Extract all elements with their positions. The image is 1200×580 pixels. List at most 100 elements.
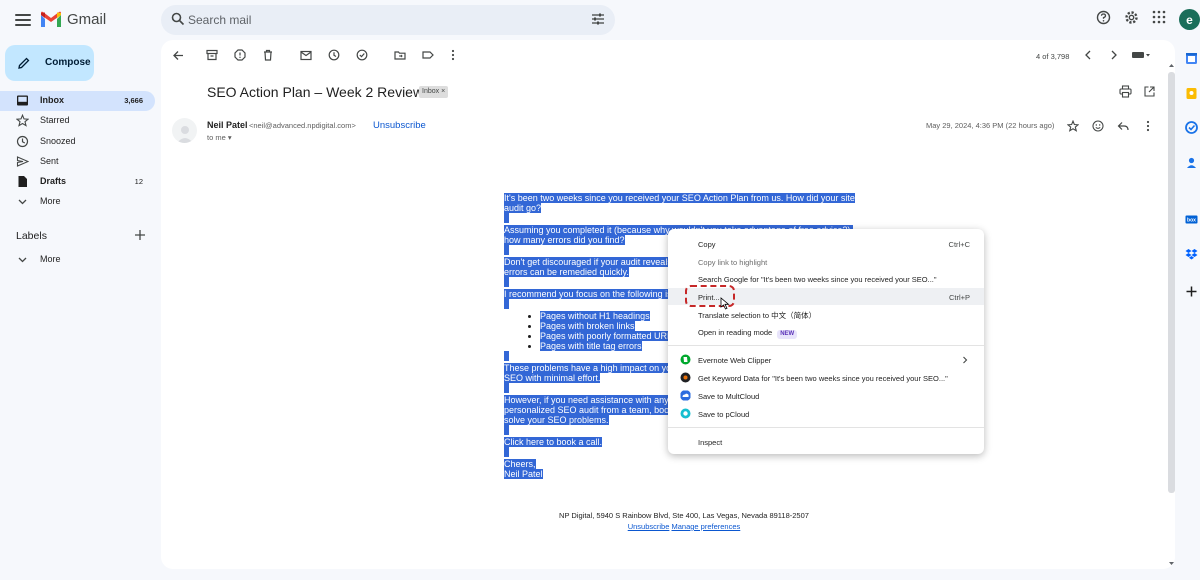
sender-email: <neil@advanced.npdigital.com> [249,121,356,130]
sidebar-item-more[interactable]: More [0,192,155,212]
move-to-folder-icon[interactable] [394,49,406,61]
more-vertical-icon[interactable] [450,49,456,61]
inbox-chip-label: Inbox [422,88,440,95]
print-icon[interactable] [1119,85,1132,98]
keep-notes-icon[interactable] [1185,87,1198,100]
sidebar-item-label: More [40,196,61,207]
help-icon[interactable] [1096,10,1111,25]
message-scrollbar[interactable] [1168,72,1175,493]
trash-icon[interactable] [262,49,274,61]
person-placeholder-icon [176,126,193,143]
tasks-icon[interactable] [1185,121,1198,134]
sidebar-item-starred[interactable]: Starred [0,111,155,131]
more-vertical-icon[interactable] [1145,120,1151,132]
sidebar-item-label: Inbox [40,95,64,105]
settings-gear-icon[interactable] [1124,10,1139,25]
sidebar-item-label: Sent [40,155,59,166]
search-bar [161,5,615,35]
menu-item-save-pcloud[interactable]: Save to pCloud [668,405,984,422]
menu-item-copy-link-highlight[interactable]: Copy link to highlight [668,253,984,270]
compose-button[interactable]: Compose [5,45,94,81]
menu-item-keyword-data[interactable]: Get Keyword Data for "It's been two week… [668,369,984,386]
mouse-cursor-icon [720,297,730,310]
manage-preferences-link[interactable]: Manage preferences [671,522,740,531]
menu-item-evernote[interactable]: Evernote Web Clipper [668,351,984,368]
sidebar-item-label: More [40,254,61,264]
inbox-icon [17,95,28,106]
mark-unread-icon[interactable] [300,49,312,61]
menu-item-translate[interactable]: Translate selection to 中文（简体） [668,305,984,322]
unsubscribe-link[interactable]: Unsubscribe [373,120,426,131]
apps-grid-icon[interactable] [1152,10,1166,24]
app-name: Gmail [67,11,107,28]
sidebar-item-label: Drafts [40,176,67,187]
clock-icon [16,135,29,147]
star-icon [16,114,29,128]
archive-icon[interactable] [206,49,218,61]
sidebar-item-drafts[interactable]: Drafts 12 [0,172,155,192]
scroll-down-arrow-icon[interactable] [1168,560,1175,567]
search-icon[interactable] [171,12,185,26]
calendar-icon[interactable] [1185,52,1198,65]
menu-item-reading-mode[interactable]: Open in reading mode NEW [668,323,984,340]
sidebar-item-sent[interactable]: Sent [0,152,155,172]
add-label-plus-icon[interactable] [134,229,146,241]
sidebar-item-count: 3,666 [124,96,143,105]
message-toolbar: 4 of 3,798 [161,40,1175,72]
context-menu: Copy Ctrl+C Copy link to highlight Search… [668,229,984,454]
remove-label-icon[interactable]: × [441,88,445,95]
labels-more: More [0,250,155,270]
dropbox-addon-icon[interactable] [1185,248,1198,261]
input-tools-keyboard-icon[interactable] [1131,49,1151,61]
back-arrow-icon[interactable] [172,49,185,62]
main-menu-button[interactable] [13,10,33,30]
menu-item-inspect[interactable]: Inspect [668,433,984,450]
report-spam-icon[interactable] [234,49,246,61]
label-tag-icon[interactable] [422,49,434,61]
get-addons-plus-icon[interactable] [1185,285,1198,298]
sidebar-nav: Inbox 3,666 Starred Snoozed Sent Drafts … [0,91,155,213]
book-call-link[interactable]: here [526,437,544,447]
snooze-clock-icon[interactable] [328,49,340,61]
search-options-icon[interactable] [591,12,605,26]
account-avatar[interactable]: e [1179,9,1200,30]
signoff: Cheers, [504,459,536,469]
scroll-up-arrow-icon[interactable] [1168,62,1175,69]
box-addon-icon[interactable]: box [1185,213,1198,226]
chevron-down-icon [18,257,27,263]
message-date: May 29, 2024, 4:36 PM (22 hours ago) [926,121,1055,130]
emoji-reaction-icon[interactable] [1092,120,1104,132]
multcloud-icon [680,390,691,401]
reply-icon[interactable] [1117,120,1129,132]
footer-unsubscribe-link[interactable]: Unsubscribe [628,522,670,531]
evernote-elephant-icon [680,354,691,365]
sidebar-item-inbox[interactable]: Inbox 3,666 [0,91,155,111]
gmail-logo-icon[interactable] [40,11,62,28]
open-in-new-window-icon[interactable] [1143,85,1156,98]
keyword-tool-icon [680,372,691,383]
footer-address: NP Digital, 5940 S Rainbow Blvd, Ste 400… [559,511,809,520]
chevron-left-icon[interactable] [1083,49,1093,61]
menu-item-save-multcloud[interactable]: Save to MultCloud [668,387,984,404]
star-icon[interactable] [1067,120,1079,132]
sidebar-item-snoozed[interactable]: Snoozed [0,132,155,152]
pencil-icon [18,57,30,69]
sender-avatar [172,118,197,143]
sender-name: Neil Patel [207,120,248,130]
pcloud-icon [680,408,691,419]
compose-label: Compose [45,57,91,68]
search-input[interactable] [188,11,568,29]
chevron-right-icon[interactable] [1109,49,1119,61]
signature: Neil Patel [504,469,543,479]
menu-item-copy[interactable]: Copy Ctrl+C [668,235,984,252]
inbox-label-chip[interactable]: Inbox × [419,86,449,98]
sidebar-item-label: Starred [40,115,70,126]
recipient-text: to me [207,133,226,142]
labels-heading: Labels [16,230,47,242]
contacts-icon[interactable] [1185,156,1198,169]
add-task-icon[interactable] [356,49,368,61]
new-badge: NEW [777,330,798,339]
labels-more-item[interactable]: More [0,250,155,270]
recipient-dropdown[interactable]: to me ▾ [207,133,232,142]
body-paragraph: It's been two weeks since you received y… [504,193,864,213]
